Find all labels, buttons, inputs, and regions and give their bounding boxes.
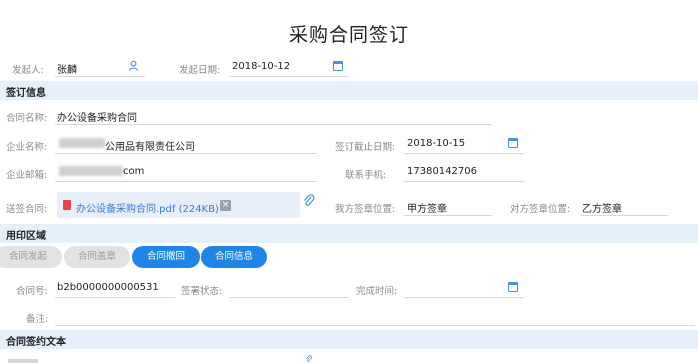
tab-contract-seal[interactable]: 合同盖章	[64, 246, 130, 268]
remark-label: 备注:	[26, 314, 49, 325]
finish-time-label: 完成时间:	[356, 286, 398, 297]
contract-no-field[interactable]: b2b0000000000531	[55, 277, 175, 298]
calendar-icon[interactable]	[333, 61, 343, 71]
company-name-value: 公用品有限责任公司	[105, 142, 195, 153]
close-icon[interactable]: ×	[220, 200, 231, 211]
their-stamp-field[interactable]: 乙方签章	[580, 195, 668, 216]
redacted-block	[59, 138, 105, 148]
file-name-link[interactable]: 办公设备采购合同.pdf (224KB)	[76, 200, 219, 215]
their-stamp-label: 对方签章位置:	[510, 204, 571, 215]
start-date-value: 2018-10-12	[232, 61, 291, 72]
initiator-field[interactable]: 张麟	[55, 56, 145, 77]
their-stamp-value: 乙方签章	[582, 204, 622, 215]
tab-contract-initiate[interactable]: 合同发起	[0, 246, 62, 268]
company-name-field[interactable]: 公用品有限责任公司	[55, 133, 317, 154]
remark-field[interactable]	[55, 305, 695, 326]
contract-no-label: 合同号:	[16, 286, 48, 297]
file-attachment[interactable]: 办公设备采购合同.pdf (224KB) ×	[57, 192, 300, 218]
paperclip-icon[interactable]	[303, 355, 315, 363]
company-name-label: 企业名称:	[6, 142, 48, 153]
sign-status-field[interactable]	[229, 277, 349, 298]
section-sign-info-title: 签订信息	[6, 88, 46, 99]
section-seal-area: 用印区域	[0, 224, 698, 243]
partial-row-label	[8, 356, 48, 363]
contract-name-label: 合同名称:	[6, 113, 48, 124]
page-title: 采购合同签订	[288, 24, 409, 46]
contract-name-value: 办公设备采购合同	[57, 113, 137, 124]
tab-contract-withdraw[interactable]: 合同撤回	[132, 246, 200, 268]
section-seal-area-title: 用印区域	[6, 231, 46, 242]
pdf-icon	[63, 200, 71, 210]
user-icon[interactable]	[128, 60, 139, 71]
redacted-block	[59, 166, 123, 176]
our-stamp-label: 我方签章位置:	[335, 204, 396, 215]
start-date-label: 发起日期:	[179, 65, 221, 76]
finish-time-field[interactable]	[404, 277, 524, 298]
our-stamp-value: 甲方签章	[407, 204, 447, 215]
initiator-value: 张麟	[57, 65, 77, 76]
section-sign-info: 签订信息	[0, 81, 698, 100]
send-contract-label: 送签合同:	[6, 204, 48, 215]
phone-value: 17380142706	[407, 166, 477, 177]
our-stamp-field[interactable]: 甲方签章	[404, 195, 492, 216]
calendar-icon[interactable]	[508, 138, 518, 148]
phone-label: 联系手机:	[345, 170, 387, 181]
tab-contract-info[interactable]: 合同信息	[201, 246, 267, 268]
section-contract-text: 合同签约文本	[0, 330, 698, 349]
company-email-label: 企业邮箱:	[6, 170, 48, 181]
phone-field[interactable]: 17380142706	[404, 161, 524, 182]
company-email-value: com	[123, 166, 145, 177]
section-contract-text-title: 合同签约文本	[6, 337, 66, 348]
initiator-label: 发起人:	[12, 65, 44, 76]
deadline-value: 2018-10-15	[407, 138, 466, 149]
deadline-field[interactable]: 2018-10-15	[404, 133, 524, 154]
deadline-label: 签订截止日期:	[335, 142, 396, 153]
contract-name-field[interactable]: 办公设备采购合同	[55, 104, 492, 125]
company-email-field[interactable]: com	[55, 161, 317, 182]
contract-no-value: b2b0000000000531	[57, 282, 159, 293]
calendar-icon[interactable]	[508, 282, 518, 292]
sign-status-label: 签署状态:	[181, 286, 223, 297]
start-date-field[interactable]: 2018-10-12	[229, 56, 349, 77]
paperclip-icon[interactable]	[303, 194, 315, 208]
